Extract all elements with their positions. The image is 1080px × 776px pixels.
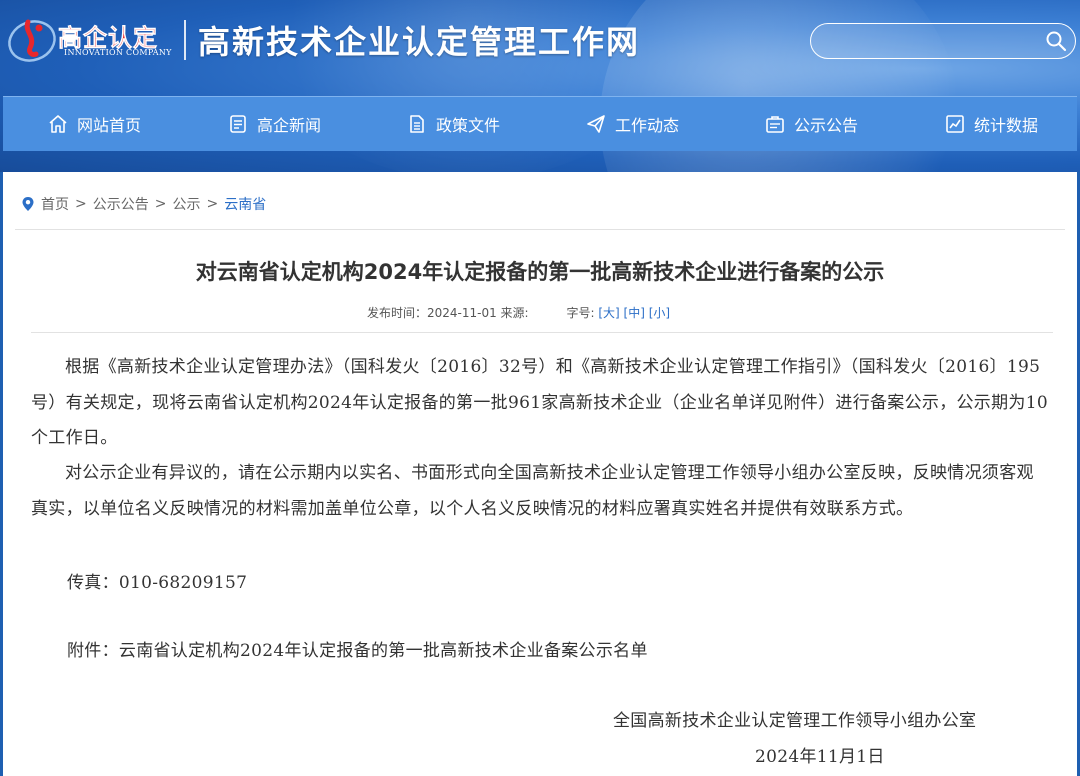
nav-notice[interactable]: 公示公告 — [764, 97, 858, 151]
nav-label: 政策文件 — [436, 116, 501, 135]
publish-info: 发布时间：2024-11-01 来源: — [367, 306, 529, 320]
nav-news[interactable]: 高企新闻 — [227, 97, 321, 151]
news-icon — [230, 115, 246, 133]
divider — [15, 229, 1065, 230]
font-large-button[interactable]: [大] — [598, 306, 619, 320]
nav-work[interactable]: 工作动态 — [585, 97, 679, 151]
font-size-label: 字号: — [566, 306, 595, 320]
article-paragraph: 对公示企业有异议的，请在公示期内以实名、书面形式向全国高新技术企业认定管理工作领… — [31, 463, 1034, 519]
breadcrumb: 首页 > 公示公告 > 公示 > 云南省 — [21, 194, 266, 214]
attachment-link[interactable]: 附件：云南省认定机构2024年认定报备的第一批高新技术企业备案公示名单 — [67, 636, 648, 661]
chart-icon — [946, 115, 964, 133]
search-icon[interactable] — [1045, 30, 1067, 52]
nav-stats[interactable]: 统计数据 — [944, 97, 1038, 151]
signature-date: 2024年11月1日 — [755, 747, 885, 767]
nav-label: 高企新闻 — [257, 116, 322, 135]
main-nav: 网站首页 高企新闻 政策文件 工作动态 公示公告 统计数据 — [3, 96, 1077, 151]
search-input[interactable] — [825, 30, 1039, 54]
site-header: 高企认定 INNOVATION COMPANY 高新技术企业认定管理工作网 网站… — [0, 0, 1080, 172]
font-small-button[interactable]: [小] — [649, 306, 670, 320]
article-title: 对云南省认定机构2024年认定报备的第一批高新技术企业进行备案的公示 — [195, 260, 885, 284]
site-logo[interactable]: 高企认定 INNOVATION COMPANY — [6, 14, 176, 64]
logo-mark-icon — [8, 19, 56, 62]
nav-label: 公示公告 — [794, 116, 859, 135]
breadcrumb-separator: > — [206, 196, 219, 212]
font-medium-button[interactable]: [中] — [624, 306, 645, 320]
nav-label: 统计数据 — [974, 116, 1039, 135]
site-title: 高新技术企业认定管理工作网 — [198, 23, 641, 61]
main-content: 首页 > 公示公告 > 公示 > 云南省 对云南省认定机构2024年认定报备的第… — [3, 172, 1077, 776]
notice-icon — [766, 116, 784, 133]
search-box — [810, 23, 1076, 59]
nav-label: 网站首页 — [77, 116, 142, 135]
article-paragraph: 根据《高新技术企业认定管理办法》（国科发火〔2016〕32号）和《高新技术企业认… — [31, 357, 1048, 448]
header-divider — [184, 20, 186, 60]
nav-home[interactable]: 网站首页 — [47, 97, 141, 151]
breadcrumb-separator: > — [75, 196, 87, 212]
breadcrumb-separator: > — [154, 196, 167, 212]
fax-line: 传真：010-68209157 — [67, 573, 248, 593]
signature-org: 全国高新技术企业认定管理工作领导小组办公室 — [613, 711, 977, 731]
nav-policy[interactable]: 政策文件 — [406, 97, 500, 151]
breadcrumb-current[interactable]: 云南省 — [224, 194, 266, 214]
send-icon — [587, 115, 605, 133]
breadcrumb-publicity[interactable]: 公示 — [172, 194, 200, 214]
location-pin-icon — [22, 197, 34, 211]
divider — [31, 332, 1053, 333]
article-meta: 发布时间：2024-11-01 来源: 字号: [大] [中] [小] — [367, 304, 670, 321]
home-icon — [49, 115, 67, 133]
breadcrumb-notices[interactable]: 公示公告 — [93, 194, 149, 214]
logo-subtext: INNOVATION COMPANY — [64, 48, 172, 57]
document-icon — [410, 115, 424, 133]
breadcrumb-home[interactable]: 首页 — [41, 194, 69, 214]
nav-label: 工作动态 — [615, 116, 680, 135]
